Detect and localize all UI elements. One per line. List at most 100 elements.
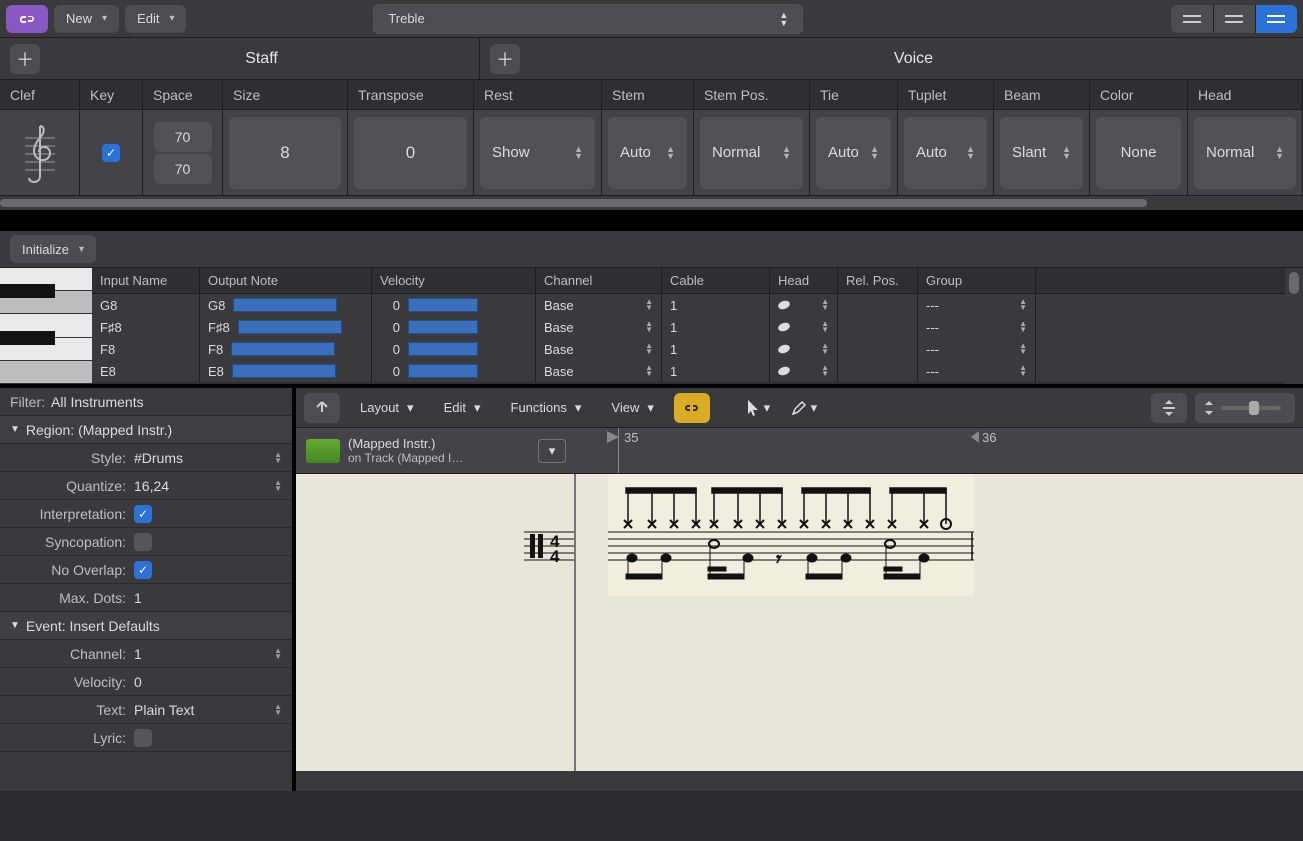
chevron-down-icon: ▾	[647, 400, 654, 416]
cell-velocity[interactable]: 0	[372, 360, 536, 382]
track-disclosure[interactable]: ▾	[538, 439, 566, 463]
filter-label: Filter:	[10, 394, 45, 410]
add-staff-button[interactable]: ＋	[10, 44, 40, 74]
cell-cable[interactable]: 1	[662, 360, 770, 382]
score-region[interactable]: 𝄾	[608, 474, 974, 596]
staff-title: Staff	[54, 50, 469, 68]
filter-row[interactable]: Filter: All Instruments	[0, 388, 292, 416]
cell-output[interactable]: E8	[200, 360, 372, 382]
tie-cell: Auto▲▼	[810, 110, 898, 195]
lyric-checkbox[interactable]	[134, 729, 152, 747]
tie-dropdown[interactable]: Auto▲▼	[816, 117, 891, 189]
track-subtitle: on Track (Mapped I…	[348, 451, 463, 466]
functions-menu[interactable]: Functions▾	[501, 393, 592, 423]
cell-output[interactable]: F8	[200, 338, 372, 360]
h-scrollbar-score[interactable]	[296, 771, 1303, 791]
cell-channel[interactable]: Base▲▼	[536, 294, 662, 316]
track-info[interactable]: (Mapped Instr.) on Track (Mapped I… ▾	[296, 428, 576, 473]
style-row[interactable]: Style:#Drums▲▼	[0, 444, 292, 472]
velocity-row[interactable]: Velocity:0	[0, 668, 292, 696]
col-group: Group	[918, 268, 1036, 293]
clef-selector[interactable]	[0, 110, 80, 195]
cell-relpos[interactable]	[838, 294, 918, 316]
head-dropdown[interactable]: Normal▲▼	[1194, 117, 1296, 189]
cell-velocity[interactable]: 0	[372, 316, 536, 338]
table-row[interactable]: F8F80Base▲▼1▲▼---▲▼	[92, 338, 1285, 360]
up-level-button[interactable]	[304, 393, 340, 423]
stempos-dropdown[interactable]: Normal▲▼	[700, 117, 803, 189]
maxdots-row[interactable]: Max. Dots:1	[0, 584, 292, 612]
cell-group[interactable]: ---▲▼	[918, 294, 1036, 316]
ruler[interactable]: 35 36	[576, 428, 1303, 473]
initialize-menu[interactable]: Initialize▾	[10, 235, 96, 263]
layout-menu[interactable]: Layout▾	[350, 393, 424, 423]
region-header[interactable]: ▼ Region: (Mapped Instr.)	[0, 416, 292, 444]
space-bottom-value[interactable]: 70	[154, 154, 212, 184]
rest-dropdown[interactable]: Show▲▼	[480, 117, 595, 189]
table-row[interactable]: G8G80Base▲▼1▲▼---▲▼	[92, 294, 1285, 316]
v-scrollbar[interactable]	[1285, 268, 1303, 384]
h-scrollbar-top[interactable]	[0, 196, 1303, 210]
channel-row[interactable]: Channel:1▲▼	[0, 640, 292, 668]
score-canvas[interactable]: 4 4	[296, 474, 1303, 771]
size-value[interactable]: 8	[229, 117, 341, 189]
cell-relpos[interactable]	[838, 360, 918, 382]
cell-head[interactable]: ▲▼	[770, 316, 838, 338]
stem-dropdown[interactable]: Auto▲▼	[608, 117, 687, 189]
style-label: Style:	[10, 450, 134, 466]
cell-velocity[interactable]: 0	[372, 294, 536, 316]
piano-keyboard[interactable]	[0, 268, 92, 384]
catch-playhead-button[interactable]	[674, 393, 710, 423]
syncopation-checkbox[interactable]	[134, 533, 152, 551]
transpose-value[interactable]: 0	[354, 117, 467, 189]
cell-group[interactable]: ---▲▼	[918, 316, 1036, 338]
space-top-value[interactable]: 70	[154, 122, 212, 152]
staff-style-selector[interactable]: Treble ▲▼	[373, 4, 803, 34]
edit-menu[interactable]: Edit▾	[125, 5, 186, 33]
beam-dropdown[interactable]: Slant▲▼	[1000, 117, 1083, 189]
cell-relpos[interactable]	[838, 338, 918, 360]
zoom-slider[interactable]	[1195, 393, 1295, 423]
cell-cable[interactable]: 1	[662, 294, 770, 316]
bottom-panel: Filter: All Instruments ▼ Region: (Mappe…	[0, 388, 1303, 791]
cell-velocity[interactable]: 0	[372, 338, 536, 360]
cell-output[interactable]: G8	[200, 294, 372, 316]
chevron-down-icon: ▾	[474, 400, 481, 416]
event-header[interactable]: ▼ Event: Insert Defaults	[0, 612, 292, 640]
interpretation-checkbox[interactable]: ✓	[134, 505, 152, 523]
cell-relpos[interactable]	[838, 316, 918, 338]
color-dropdown[interactable]: None	[1096, 117, 1181, 189]
cell-channel[interactable]: Base▲▼	[536, 316, 662, 338]
new-menu[interactable]: New▾	[54, 5, 119, 33]
view-mode-1[interactable]	[1171, 5, 1213, 33]
key-checkbox[interactable]: ✓	[102, 144, 120, 162]
mapping-toolbar: Initialize▾	[0, 230, 1303, 268]
cell-head[interactable]: ▲▼	[770, 338, 838, 360]
vertical-autozoom[interactable]	[1151, 393, 1187, 423]
pencil-tool[interactable]: ▾	[786, 393, 822, 423]
tuplet-dropdown[interactable]: Auto▲▼	[904, 117, 987, 189]
staff-style-value: Treble	[388, 11, 424, 26]
cell-cable[interactable]: 1	[662, 316, 770, 338]
cell-channel[interactable]: Base▲▼	[536, 338, 662, 360]
view-mode-3[interactable]	[1255, 5, 1297, 33]
nooverlap-checkbox[interactable]: ✓	[134, 561, 152, 579]
initialize-label: Initialize	[22, 242, 69, 257]
cell-group[interactable]: ---▲▼	[918, 338, 1036, 360]
table-row[interactable]: E8E80Base▲▼1▲▼---▲▼	[92, 360, 1285, 382]
edit-menu-score[interactable]: Edit▾	[434, 393, 491, 423]
cell-head[interactable]: ▲▼	[770, 294, 838, 316]
link-toggle[interactable]	[6, 5, 48, 33]
pointer-tool[interactable]: ▾	[740, 393, 776, 423]
view-menu[interactable]: View▾	[601, 393, 663, 423]
cell-cable[interactable]: 1	[662, 338, 770, 360]
quantize-row[interactable]: Quantize:16,24▲▼	[0, 472, 292, 500]
cell-channel[interactable]: Base▲▼	[536, 360, 662, 382]
cell-head[interactable]: ▲▼	[770, 360, 838, 382]
add-voice-button[interactable]: ＋	[490, 44, 520, 74]
view-mode-2[interactable]	[1213, 5, 1255, 33]
table-row[interactable]: F♯8F♯80Base▲▼1▲▼---▲▼	[92, 316, 1285, 338]
cell-output[interactable]: F♯8	[200, 316, 372, 338]
cell-group[interactable]: ---▲▼	[918, 360, 1036, 382]
text-row[interactable]: Text:Plain Text▲▼	[0, 696, 292, 724]
